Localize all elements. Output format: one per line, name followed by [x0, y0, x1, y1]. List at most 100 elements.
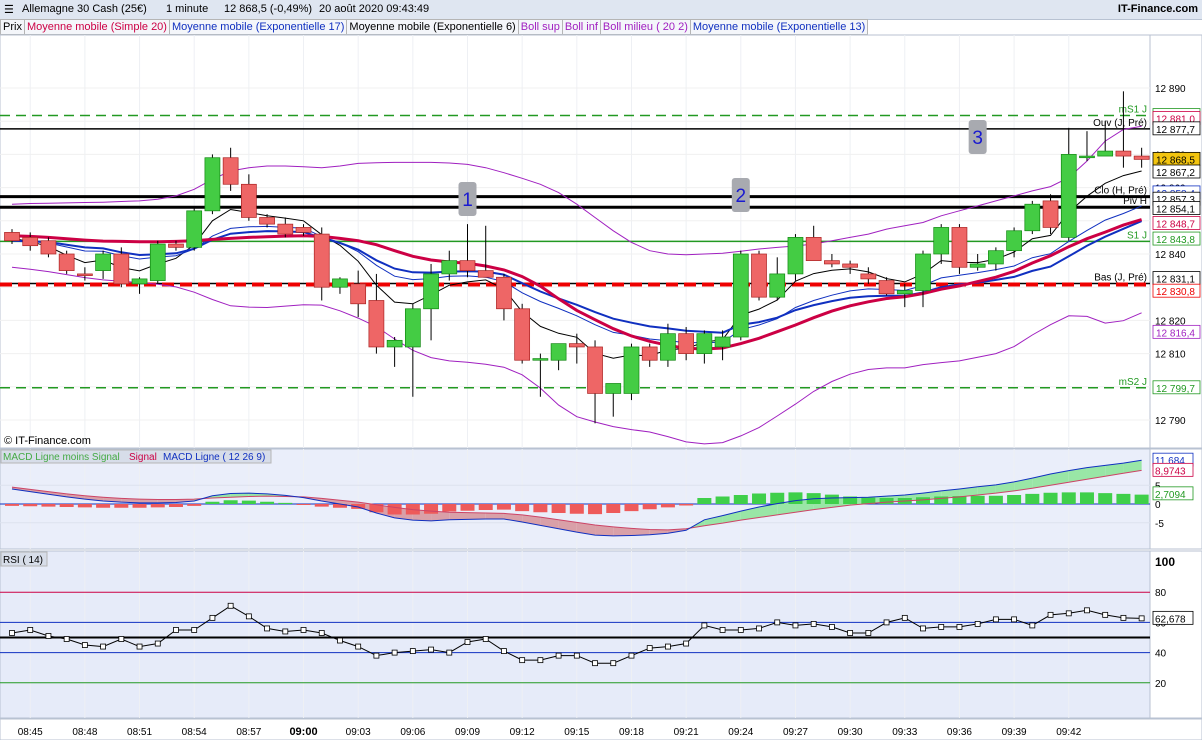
time-tick-label: 09:03	[346, 727, 371, 738]
macd-histogram-bar	[824, 494, 839, 504]
candle-body	[1042, 200, 1059, 228]
candle-body	[58, 253, 75, 271]
rsi-point	[318, 630, 325, 636]
rsi-point	[409, 648, 416, 654]
macd-histogram-bar	[168, 504, 183, 507]
candle	[751, 250, 767, 301]
rsi-point	[173, 627, 179, 633]
rsi-point	[337, 637, 343, 644]
macd-histogram-bar	[1061, 492, 1076, 504]
rsi-point	[792, 622, 799, 629]
price-tick-label: 12 790	[1155, 416, 1186, 427]
macd-histogram-bar	[296, 504, 311, 505]
macd-value-label: 2,7094	[1155, 490, 1186, 501]
macd-histogram-bar	[205, 501, 220, 504]
macd-histogram-bar	[424, 504, 439, 514]
rsi-point	[136, 643, 143, 650]
candle	[951, 224, 968, 274]
macd-histogram-bar	[23, 504, 38, 507]
rsi-point	[154, 640, 161, 647]
candle	[514, 303, 531, 364]
time-tick-label: 09:33	[892, 727, 917, 738]
rsi-point	[191, 627, 198, 633]
macd-histogram-bar	[442, 504, 457, 512]
candle-body	[1133, 155, 1150, 160]
candle	[732, 250, 749, 341]
candle	[149, 240, 166, 284]
rsi-point	[1047, 611, 1054, 618]
macd-histogram-bar	[1043, 492, 1058, 504]
rsi-point	[719, 627, 726, 633]
candle-body	[368, 300, 385, 348]
rsi-tick-label: 20	[1155, 679, 1167, 690]
candle-body	[386, 339, 403, 348]
price-label: 12 830,8	[1156, 287, 1195, 298]
candle-body	[222, 157, 239, 185]
candle-body	[587, 346, 603, 394]
time-tick-label: 09:06	[400, 727, 425, 738]
macd-histogram-bar	[460, 504, 475, 511]
rsi-tick-label: 100	[1155, 555, 1175, 569]
rsi-point	[1120, 614, 1127, 621]
time-tick-label: 09:09	[455, 727, 480, 738]
price-label: 12 854,1	[1156, 205, 1195, 216]
macd-histogram-bar	[1025, 493, 1040, 504]
candle-body	[933, 227, 950, 255]
candle-body	[1115, 150, 1132, 157]
time-tick-label: 09:36	[947, 727, 972, 738]
candle-body	[496, 276, 512, 310]
rsi-point	[683, 640, 690, 647]
candle-body	[842, 263, 858, 268]
candle-body	[805, 237, 822, 261]
macd-histogram-bar	[278, 502, 293, 504]
macd-histogram-bar	[624, 504, 639, 512]
candle	[623, 343, 640, 401]
time-tick-label: 09:42	[1056, 727, 1081, 738]
price-tick-label: 12 810	[1155, 350, 1186, 361]
rsi-point	[774, 619, 781, 626]
rsi-point	[373, 652, 380, 659]
time-tick-label: 09:12	[510, 727, 535, 738]
rsi-point	[920, 625, 926, 632]
candle-body	[477, 270, 494, 278]
rsi-point	[592, 660, 598, 667]
macd-histogram-bar	[241, 500, 256, 504]
time-tick-label: 09:24	[728, 727, 753, 738]
candle-body	[678, 333, 694, 354]
rsi-point	[1065, 610, 1072, 617]
candle-body	[332, 278, 348, 288]
candle-body	[641, 346, 658, 361]
candle-body	[40, 240, 57, 255]
candle-body	[878, 280, 895, 295]
rsi-point	[300, 627, 307, 633]
macd-histogram-bar	[988, 495, 1003, 504]
price-tick-label: 12 840	[1155, 250, 1186, 261]
rsi-point	[1102, 611, 1109, 618]
price-tick-label: 12 890	[1155, 84, 1186, 95]
macd-histogram-bar	[970, 495, 985, 504]
macd-fill	[485, 513, 504, 519]
rsi-point	[501, 648, 507, 654]
candle-body	[204, 157, 221, 212]
candle-body	[22, 237, 39, 247]
candle-body	[186, 210, 203, 248]
rsi-point	[865, 630, 872, 636]
macd-histogram-bar	[1116, 493, 1131, 504]
rsi-point	[537, 657, 544, 664]
candle-body	[350, 283, 367, 305]
candle-body	[605, 383, 622, 394]
rsi-point	[464, 639, 471, 645]
macd-histogram-bar	[788, 492, 803, 504]
candle-body	[168, 243, 184, 248]
macd-legend-hist: MACD Ligne moins Signal	[3, 452, 120, 463]
candle-body	[896, 290, 913, 295]
macd-histogram-bar	[642, 504, 657, 510]
candle-body	[113, 253, 130, 285]
rsi-point	[573, 652, 580, 659]
candle-body	[988, 250, 1004, 265]
macd-histogram-bar	[1098, 493, 1113, 504]
macd-histogram-bar	[879, 498, 894, 504]
rsi-point	[45, 633, 52, 639]
rsi-point	[701, 622, 708, 629]
candle-body	[824, 260, 840, 265]
